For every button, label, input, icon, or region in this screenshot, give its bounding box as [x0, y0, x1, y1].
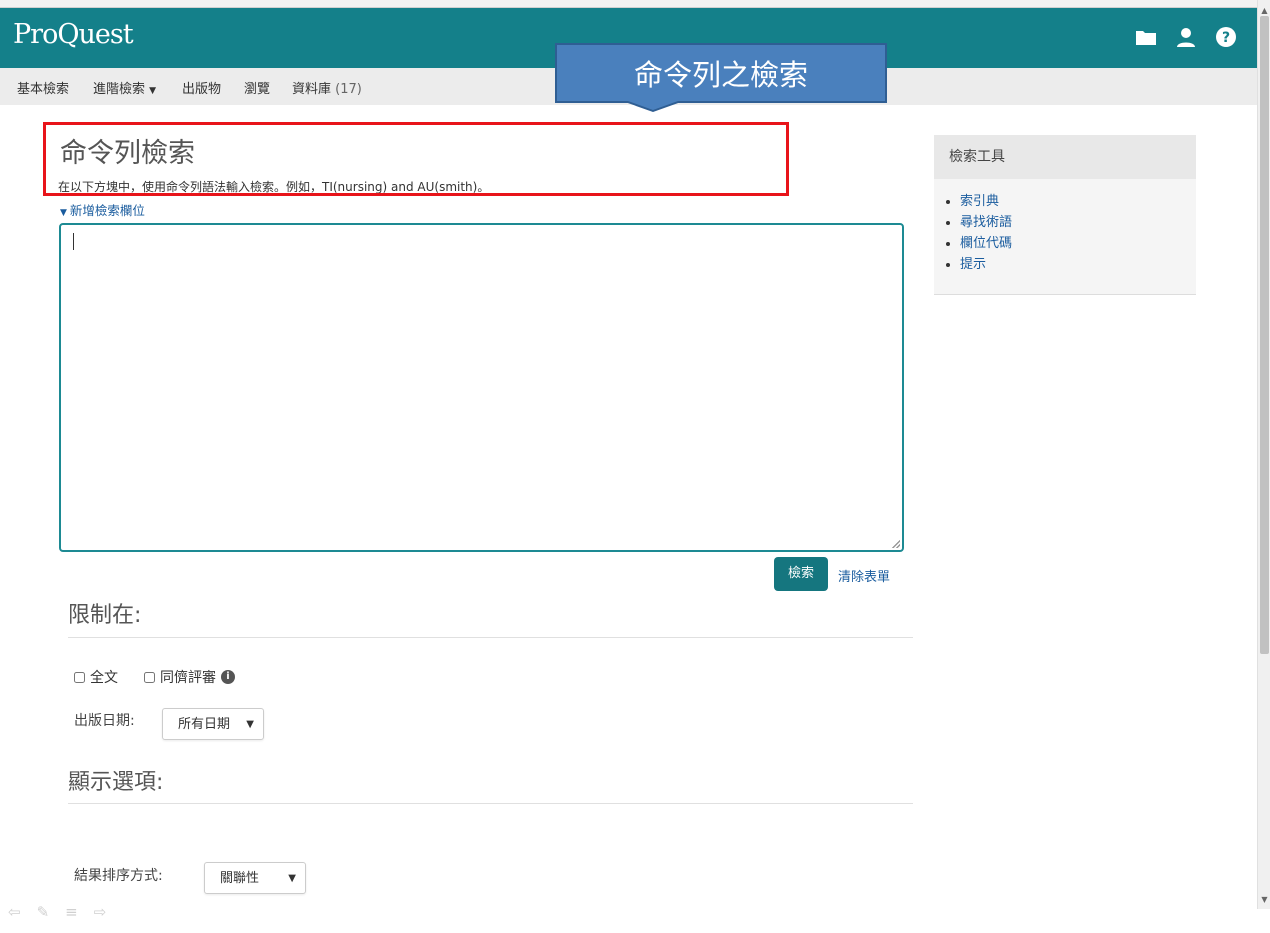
limits-heading: 限制在:: [68, 603, 142, 628]
vertical-scrollbar[interactable]: ▲ ▼: [1257, 0, 1270, 909]
browser-top-edge: [0, 0, 1257, 8]
tool-tips[interactable]: 提示: [960, 254, 1196, 275]
menu-icon[interactable]: ≡: [65, 903, 78, 921]
back-arrow-icon[interactable]: ⇦: [8, 903, 21, 921]
tool-field-codes[interactable]: 欄位代碼: [960, 233, 1196, 254]
search-tools-panel: 檢索工具 索引典 尋找術語 欄位代碼 提示: [934, 135, 1196, 295]
proquest-logo[interactable]: ProQuest: [13, 19, 134, 50]
add-search-field-link[interactable]: ▼ 新增檢索欄位: [60, 200, 145, 219]
clear-form-link[interactable]: 清除表單: [838, 566, 890, 585]
resize-grip-icon[interactable]: [892, 540, 900, 548]
peer-reviewed-checkbox[interactable]: 同儕評審 i: [144, 667, 235, 687]
nav-databases[interactable]: 資料庫 (17): [292, 78, 362, 97]
svg-text:?: ?: [1222, 30, 1230, 46]
peer-reviewed-checkbox-input[interactable]: [144, 671, 155, 683]
pub-date-label: 出版日期:: [74, 713, 135, 729]
user-icon[interactable]: [1175, 26, 1197, 48]
help-icon[interactable]: ?: [1215, 26, 1237, 48]
forward-arrow-icon[interactable]: ⇨: [94, 903, 107, 921]
full-text-checkbox-input[interactable]: [74, 671, 85, 683]
sort-label: 結果排序方式:: [74, 868, 163, 884]
full-text-checkbox[interactable]: 全文: [74, 667, 118, 687]
sort-select[interactable]: 關聯性 ▼: [204, 862, 306, 894]
pen-icon[interactable]: ✎: [37, 903, 50, 921]
search-tools-title: 檢索工具: [934, 135, 1196, 179]
triangle-down-icon: ▼: [60, 208, 67, 218]
add-search-field-label: 新增檢索欄位: [69, 203, 145, 218]
tool-find-terms[interactable]: 尋找術語: [960, 212, 1196, 233]
pub-date-select[interactable]: 所有日期 ▼: [162, 708, 264, 740]
callout-tail-fill: [628, 101, 678, 110]
limits-divider: [68, 637, 913, 638]
scroll-down-icon[interactable]: ▼: [1258, 895, 1270, 905]
display-options-heading: 顯示選項:: [68, 770, 164, 795]
command-line-textarea[interactable]: [59, 223, 904, 552]
info-icon[interactable]: i: [221, 670, 235, 684]
nav-databases-label: 資料庫: [292, 82, 332, 97]
peer-reviewed-label: 同儕評審: [160, 670, 216, 686]
folder-icon[interactable]: [1135, 26, 1157, 48]
nav-advanced-search-label: 進階檢索: [93, 82, 146, 97]
full-text-label: 全文: [90, 670, 118, 686]
nav-basic-search[interactable]: 基本檢索: [17, 78, 69, 97]
highlight-box: [43, 122, 789, 196]
slide-nav-controls: ⇦ ✎ ≡ ⇨: [8, 903, 106, 921]
scroll-thumb[interactable]: [1260, 16, 1269, 654]
pub-date-value: 所有日期: [178, 717, 231, 732]
caret-down-icon: ▼: [149, 86, 157, 96]
text-cursor: [73, 233, 74, 250]
nav-browse[interactable]: 瀏覽: [244, 78, 270, 97]
display-divider: [68, 803, 913, 804]
callout-annotation: 命令列之檢索: [555, 43, 887, 103]
sort-value: 關聯性: [220, 871, 260, 886]
nav-publications[interactable]: 出版物: [182, 78, 221, 97]
scroll-up-icon[interactable]: ▲: [1258, 6, 1270, 16]
nav-advanced-search[interactable]: 進階檢索 ▼: [93, 78, 156, 97]
search-button[interactable]: 檢索: [774, 557, 828, 591]
nav-databases-count: (17): [335, 82, 362, 97]
tool-thesaurus[interactable]: 索引典: [960, 191, 1196, 212]
dropdown-arrow-icon: ▼: [246, 719, 254, 730]
dropdown-arrow-icon: ▼: [288, 873, 296, 884]
